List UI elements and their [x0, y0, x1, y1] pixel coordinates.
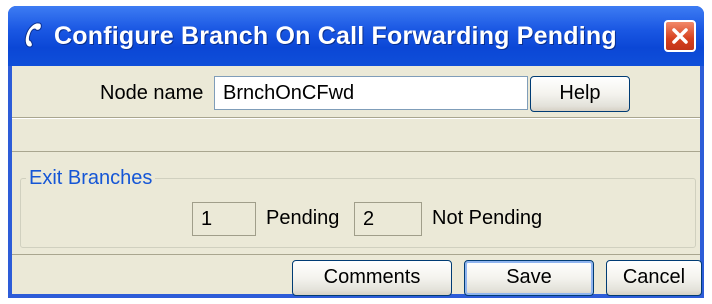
- dialog-body: Node name Help Exit Branches 1 Pending 2…: [12, 66, 702, 296]
- separator-strip: [12, 118, 700, 152]
- close-button[interactable]: [664, 20, 696, 52]
- title-bar[interactable]: Configure Branch On Call Forwarding Pend…: [8, 6, 704, 66]
- branch-2-label: Not Pending: [432, 207, 543, 229]
- dialog-window: Configure Branch On Call Forwarding Pend…: [8, 6, 704, 298]
- branch-2-number: 2: [354, 202, 422, 236]
- cancel-button[interactable]: Cancel: [606, 260, 702, 296]
- node-name-label: Node name: [100, 82, 204, 104]
- branch-1-label: Pending: [266, 207, 340, 229]
- close-icon: [672, 28, 688, 44]
- node-name-input[interactable]: [214, 76, 528, 110]
- phone-handset-icon: [24, 22, 42, 48]
- branch-1-number: 1: [192, 202, 256, 236]
- exit-branches-title: Exit Branches: [26, 167, 156, 190]
- window-title: Configure Branch On Call Forwarding Pend…: [54, 22, 617, 50]
- help-button[interactable]: Help: [530, 76, 630, 112]
- save-button[interactable]: Save: [464, 260, 594, 296]
- comments-button[interactable]: Comments: [292, 260, 452, 296]
